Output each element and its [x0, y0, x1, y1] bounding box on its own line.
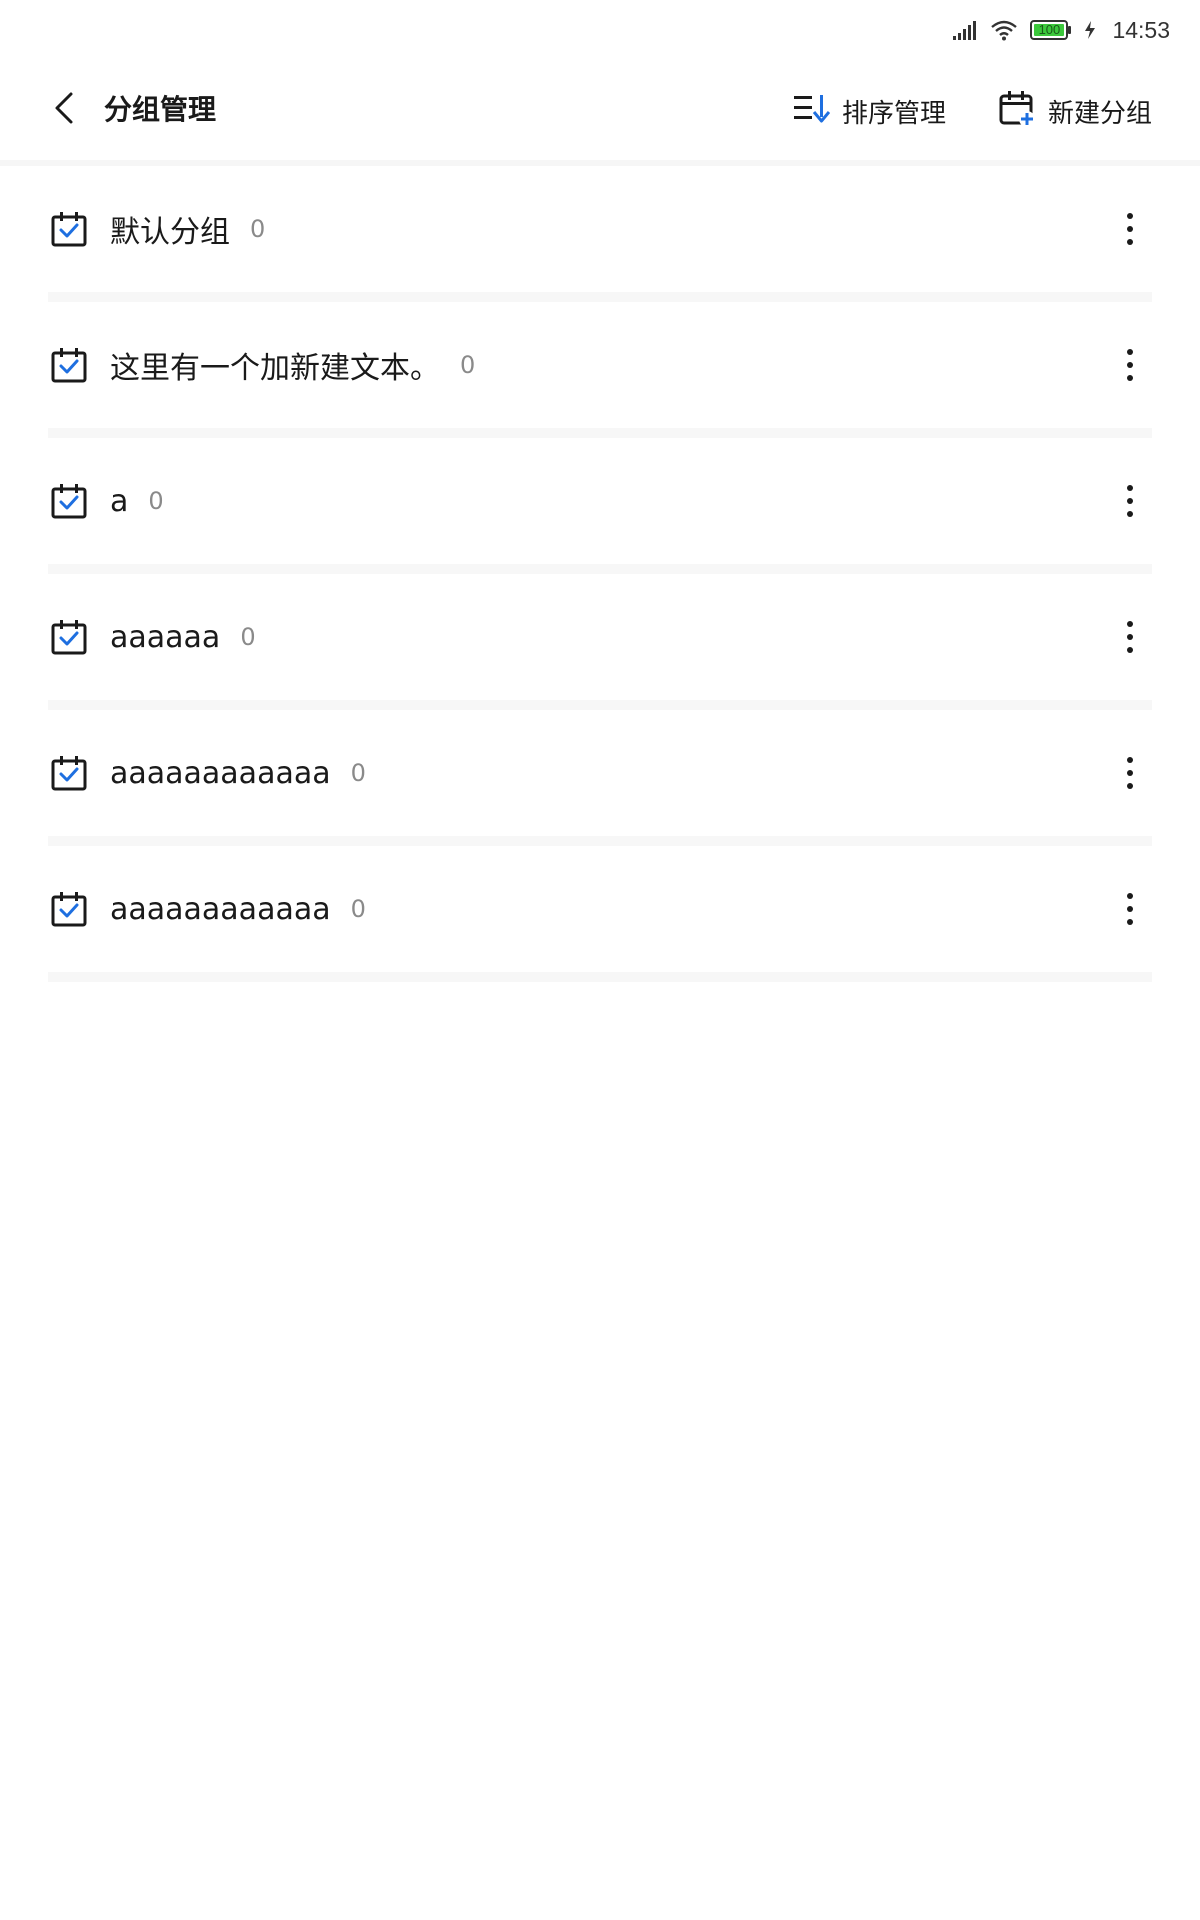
chevron-left-icon — [52, 91, 76, 129]
app-bar: 分组管理 排序管理 新建分组 — [0, 60, 1200, 166]
group-name: a — [110, 483, 129, 519]
group-count: 0 — [460, 351, 476, 379]
group-name: 这里有一个加新建文本。 — [110, 351, 440, 386]
more-vertical-icon[interactable] — [1110, 344, 1150, 386]
group-count: 0 — [148, 487, 164, 515]
battery-level: 100 — [1038, 22, 1061, 37]
calendar-check-icon — [50, 482, 88, 520]
back-button[interactable] — [44, 90, 84, 130]
group-list-item[interactable]: aaaaaaaaaaaa 0 — [0, 846, 1200, 982]
sort-manage-button[interactable]: 排序管理 — [792, 90, 946, 132]
group-list-item[interactable]: aaaaaaaaaaaa 0 — [0, 710, 1200, 846]
group-list-item[interactable]: aaaaaa 0 — [0, 574, 1200, 710]
divider — [48, 700, 1152, 710]
divider — [48, 428, 1152, 438]
signal-icon — [952, 19, 978, 41]
wifi-icon — [990, 19, 1018, 41]
group-count: 0 — [350, 759, 366, 787]
group-name: aaaaaaaaaaaa — [110, 755, 331, 791]
group-name: aaaaaaaaaaaa — [110, 891, 331, 927]
group-name: aaaaaa — [110, 619, 221, 655]
new-group-label: 新建分组 — [1048, 98, 1153, 129]
battery-icon: 100 — [1030, 19, 1072, 41]
group-name: 默认分组 — [110, 215, 230, 250]
more-vertical-icon[interactable] — [1110, 616, 1150, 658]
more-vertical-icon[interactable] — [1110, 480, 1150, 522]
status-icons: 100 14:53 — [952, 14, 1170, 46]
calendar-check-icon — [50, 618, 88, 656]
divider — [48, 972, 1152, 982]
divider — [48, 836, 1152, 846]
group-list-item[interactable]: a 0 — [0, 438, 1200, 574]
calendar-check-icon — [50, 754, 88, 792]
divider — [48, 564, 1152, 574]
sort-list-icon — [792, 92, 831, 131]
group-count: 0 — [350, 895, 366, 923]
calendar-add-icon — [998, 89, 1036, 134]
calendar-check-icon — [50, 890, 88, 928]
page-title: 分组管理 — [104, 93, 217, 126]
new-group-button[interactable]: 新建分组 — [998, 90, 1152, 132]
more-vertical-icon[interactable] — [1110, 888, 1150, 930]
group-list-item[interactable]: 这里有一个加新建文本。 0 — [0, 302, 1200, 438]
status-bar: 100 14:53 — [0, 0, 1200, 60]
group-count: 0 — [250, 215, 266, 243]
group-list-item[interactable]: 默认分组 0 — [0, 166, 1200, 302]
charging-icon — [1084, 20, 1096, 40]
sort-manage-label: 排序管理 — [842, 98, 947, 129]
more-vertical-icon[interactable] — [1110, 208, 1150, 250]
more-vertical-icon[interactable] — [1110, 752, 1150, 794]
calendar-check-icon — [50, 210, 88, 248]
calendar-check-icon — [50, 346, 88, 384]
group-list: 默认分组 0 这里有一个加新建文本。 0 a 0 aaaaaa 0 aaaaaa… — [0, 166, 1200, 982]
status-time: 14:53 — [1112, 16, 1170, 43]
group-count: 0 — [240, 623, 256, 651]
divider — [48, 292, 1152, 302]
